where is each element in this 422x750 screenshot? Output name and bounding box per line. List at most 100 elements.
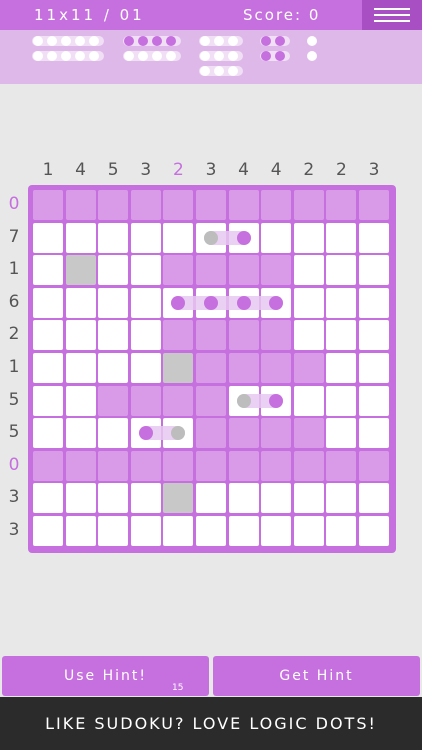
board-cell[interactable]: [98, 516, 129, 546]
board-cell[interactable]: [196, 418, 226, 449]
board-cell[interactable]: [65, 190, 96, 220]
board-cell[interactable]: [130, 516, 161, 546]
board-cell[interactable]: [98, 287, 129, 318]
board-cell[interactable]: [130, 287, 161, 318]
board-cell[interactable]: [65, 483, 96, 514]
board-cell[interactable]: [359, 516, 389, 546]
game-dot[interactable]: [236, 393, 251, 408]
board-cell[interactable]: [359, 287, 389, 318]
board-cell[interactable]: [359, 450, 389, 481]
board-cell[interactable]: [130, 353, 161, 383]
board-cell[interactable]: [98, 320, 129, 351]
board-cell[interactable]: [293, 418, 324, 449]
board-cell[interactable]: [33, 450, 63, 481]
board-cell[interactable]: [98, 418, 129, 449]
promo-banner[interactable]: LIKE SUDOKU? LOVE LOGIC DOTS!: [0, 697, 422, 750]
board-cell[interactable]: [33, 385, 63, 416]
board-cell[interactable]: [293, 450, 324, 481]
board-cell[interactable]: [196, 320, 226, 351]
board-cell[interactable]: [261, 516, 292, 546]
board-cell[interactable]: [196, 516, 226, 546]
board-cell[interactable]: [33, 222, 63, 253]
board-cell[interactable]: [228, 190, 259, 220]
board-cell[interactable]: [261, 320, 292, 351]
board-cell[interactable]: [33, 320, 63, 351]
board-cell[interactable]: [359, 320, 389, 351]
board-cell[interactable]: [98, 385, 129, 416]
board-cell[interactable]: [65, 385, 96, 416]
board-cell[interactable]: [196, 255, 226, 286]
board-cell[interactable]: [130, 483, 161, 514]
board-cell[interactable]: [228, 320, 259, 351]
board-cell[interactable]: [326, 385, 357, 416]
board-cell[interactable]: [98, 190, 129, 220]
board-cell[interactable]: [163, 483, 194, 514]
board-cell[interactable]: [228, 353, 259, 383]
game-dot[interactable]: [236, 230, 251, 245]
game-dot[interactable]: [138, 426, 153, 441]
board-cell[interactable]: [163, 516, 194, 546]
board-cell[interactable]: [261, 418, 292, 449]
board-cell[interactable]: [293, 255, 324, 286]
board-cell[interactable]: [261, 190, 292, 220]
board-cell[interactable]: [293, 320, 324, 351]
board-cell[interactable]: [130, 320, 161, 351]
board-cell[interactable]: [228, 483, 259, 514]
board-cell[interactable]: [326, 320, 357, 351]
board-cell[interactable]: [228, 450, 259, 481]
board-cell[interactable]: [98, 483, 129, 514]
get-hint-button[interactable]: Get Hint: [213, 656, 420, 696]
board-cell[interactable]: [65, 255, 96, 286]
board-cell[interactable]: [98, 222, 129, 253]
game-dot[interactable]: [269, 295, 284, 310]
game-dot[interactable]: [204, 295, 218, 310]
board-cell[interactable]: [163, 385, 194, 416]
board-cell[interactable]: [65, 222, 96, 253]
board-cell[interactable]: [163, 190, 194, 220]
board-cell[interactable]: [326, 483, 357, 514]
game-dot[interactable]: [269, 393, 284, 408]
board-cell[interactable]: [261, 483, 292, 514]
board-cell[interactable]: [196, 190, 226, 220]
board-cell[interactable]: [293, 287, 324, 318]
board-cell[interactable]: [359, 255, 389, 286]
board-cell[interactable]: [326, 222, 357, 253]
board-cell[interactable]: [196, 385, 226, 416]
board-cell[interactable]: [33, 353, 63, 383]
board-cell[interactable]: [228, 255, 259, 286]
board-cell[interactable]: [261, 450, 292, 481]
board-cell[interactable]: [359, 418, 389, 449]
board-cell[interactable]: [261, 255, 292, 286]
board-cell[interactable]: [163, 320, 194, 351]
board-cell[interactable]: [130, 222, 161, 253]
board-cell[interactable]: [65, 418, 96, 449]
board-cell[interactable]: [98, 450, 129, 481]
board-cell[interactable]: [326, 255, 357, 286]
board-cell[interactable]: [163, 255, 194, 286]
board-cell[interactable]: [130, 255, 161, 286]
board-cell[interactable]: [326, 450, 357, 481]
board-cell[interactable]: [33, 287, 63, 318]
board-cell[interactable]: [196, 353, 226, 383]
board-cell[interactable]: [359, 353, 389, 383]
board-cell[interactable]: [196, 450, 226, 481]
board-cell[interactable]: [228, 516, 259, 546]
board-cell[interactable]: [65, 353, 96, 383]
board-cell[interactable]: [359, 222, 389, 253]
board-cell[interactable]: [33, 255, 63, 286]
board-cell[interactable]: [359, 483, 389, 514]
board-cell[interactable]: [65, 320, 96, 351]
board-cell[interactable]: [98, 353, 129, 383]
board-cell[interactable]: [65, 516, 96, 546]
board-cell[interactable]: [33, 418, 63, 449]
board-cell[interactable]: [326, 190, 357, 220]
board-cell[interactable]: [293, 483, 324, 514]
board-cell[interactable]: [65, 287, 96, 318]
board-cell[interactable]: [293, 385, 324, 416]
board-cell[interactable]: [130, 450, 161, 481]
board-cell[interactable]: [326, 353, 357, 383]
board-cell[interactable]: [261, 222, 292, 253]
board-cell[interactable]: [293, 516, 324, 546]
board-cell[interactable]: [163, 353, 194, 383]
board-cell[interactable]: [293, 222, 324, 253]
